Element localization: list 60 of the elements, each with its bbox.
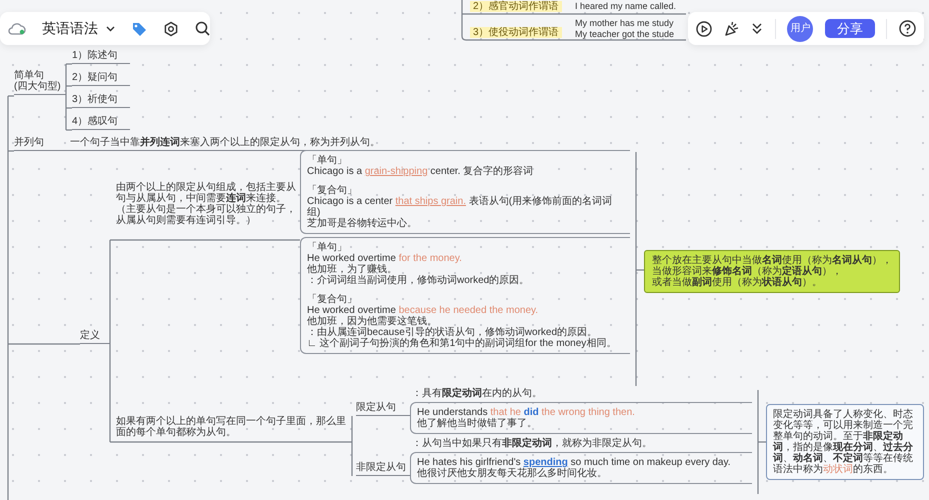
example-line: ：介词词组当副词使用，修饰动词worked的原因。 — [307, 275, 530, 286]
note-text: 整个放在主要从句中当做名词使用（称为名词从句）， — [652, 255, 892, 266]
connector-line — [66, 85, 72, 87]
example-line: 他加班，因为他需要这笔钱。 — [307, 316, 437, 327]
example-line: 「单句」 — [307, 242, 348, 253]
note-text: 限定动词具备了人称变化、时态变化等等，可以用来制造一个完整单句的动词。至于非限定动词，指的是像现在分词、过去分词、动名词、不定词等等在传统语法中称为动状词的东西。 — [773, 409, 914, 475]
node-text: ：从句当中如果只有非限定动词，就称为非限定从句。 — [412, 438, 652, 449]
node-label: 4）感叹句 — [72, 116, 130, 130]
node-label: 非限定从句 — [356, 462, 410, 476]
node-label: 简单句 (四大句型) — [14, 70, 66, 95]
example-line: He worked overtime because he needed the money. — [307, 305, 540, 316]
example-line: 「单句」 — [307, 155, 348, 166]
user-avatar[interactable]: 用户 — [787, 16, 814, 42]
example-line: 他加班，为了赚钱。 — [307, 264, 398, 275]
example-line: He worked overtime for the money. — [307, 253, 463, 264]
example-line: ∟ 这个副词子句扮演的角色和第1句中的副词词组for the money相同。 — [307, 338, 618, 349]
node-label: 定义 — [80, 330, 110, 344]
node-text: （主要从句是一个本身可以独立的句子，从属从句则需要有连词引导。） — [116, 204, 297, 226]
document-title[interactable]: 英语语法 — [42, 23, 115, 34]
node-label: 1）陈述句 — [72, 50, 130, 64]
double-chevron-down-icon[interactable] — [751, 22, 764, 35]
example-sentence: I heared my name called. — [575, 1, 676, 12]
share-button[interactable]: 分享 — [824, 19, 875, 38]
node-text: 如果有两个以上的单句写在同一个句子里面，那么里面的每个单句都称为从句。 — [116, 416, 347, 438]
node-text: ：具有限定动词在内的从句。 — [412, 388, 542, 399]
connector-line — [66, 107, 72, 109]
example-line: 他很讨厌他女朋友每天花那么多时间化妆。 — [417, 468, 608, 479]
example-line: ：由从属连词because引导的状语从句，修饰动词worked的原因。 — [307, 327, 598, 338]
example-line: 芝加哥是谷物转运中心。 — [307, 218, 418, 229]
example-sentence: My mother has me study — [575, 18, 674, 29]
example-line: He understands that he did the wrong thing then. — [417, 407, 636, 418]
party-popper-icon[interactable] — [724, 20, 740, 36]
settings-icon[interactable] — [163, 20, 179, 36]
example-line: He hates his girlfriend's spending so much time on makeup every day. — [417, 457, 732, 468]
node-label: 并列句 — [14, 137, 70, 151]
note-text: 当做形容词来修饰名词（称为定语从句）， — [652, 266, 843, 277]
bracket-line — [65, 64, 67, 130]
node-text: 一个句子当中靠并列连词来塞入两个以上的限定从句，称为并列从句。 — [70, 137, 400, 151]
branch-label: 2）感官动词作谓语 — [470, 1, 562, 12]
node-text: 由两个以上的限定从句组成，包括主要从句与从属从句，中间需要连词来连接。 — [116, 182, 297, 204]
branch-label: 3）使役动词作谓语 — [470, 27, 562, 38]
example-line: Chicago is a center that ships grain. 表语从句(用来修饰前面的名词词组) — [307, 196, 614, 218]
note-text: 或者当做副词使用（称为状语从句）。 — [652, 277, 823, 288]
cloud-icon — [8, 22, 26, 34]
chevron-down-icon — [106, 26, 115, 32]
node-label: 3）祈使句 — [72, 94, 130, 108]
play-icon[interactable] — [696, 20, 712, 36]
example-line: Chicago is a grain-shipping center. 复合字的形容词 — [307, 166, 534, 177]
node-label: 2）疑问句 — [72, 72, 130, 86]
connector-line — [66, 129, 72, 131]
search-icon[interactable] — [195, 21, 210, 36]
example-line: 「复合句」 — [307, 294, 358, 305]
example-sentence: My teacher got the stude — [575, 29, 674, 40]
example-line: 「复合句」 — [307, 185, 358, 196]
tag-icon[interactable] — [131, 20, 147, 36]
connector-line — [66, 63, 72, 65]
node-label: 限定从句 — [356, 402, 410, 416]
help-icon[interactable] — [898, 20, 916, 37]
bracket-line — [351, 416, 353, 476]
example-line: 他了解他当时做错了事了。 — [417, 418, 538, 429]
